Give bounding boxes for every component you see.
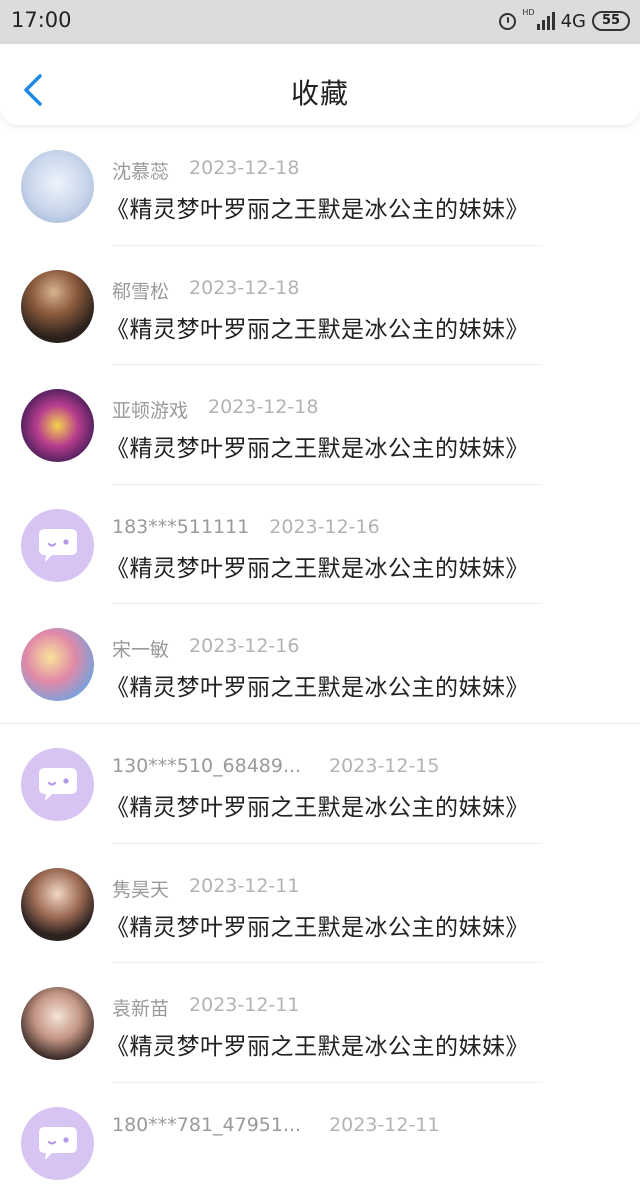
avatar <box>21 987 94 1061</box>
date: 2023-12-15 <box>329 754 440 777</box>
avatar <box>21 389 94 463</box>
date: 2023-12-11 <box>189 874 300 897</box>
list-item[interactable]: 沈慕蕊 2023-12-18 《精灵梦叶罗丽之王默是冰公主的妹妹》 <box>0 126 640 246</box>
avatar <box>21 867 94 941</box>
date: 2023-12-16 <box>189 635 300 658</box>
date: 2023-12-18 <box>189 157 300 179</box>
date: 2023-12-16 <box>269 515 380 538</box>
user-name: 郗雪松 <box>112 280 170 303</box>
favorites-list: 沈慕蕊 2023-12-18 《精灵梦叶罗丽之王默是冰公主的妹妹》 郗雪松 2023… <box>0 126 640 1202</box>
list-item[interactable]: 183***511111 2023-12-16 《精灵梦叶罗丽之王默是冰公主的妹妹… <box>0 485 640 605</box>
item-title: 《精灵梦叶罗丽之王默是冰公主的妹妹》 <box>106 436 529 463</box>
status-time: 17:00 <box>11 8 72 32</box>
network-label: 4G <box>560 10 586 32</box>
avatar <box>21 508 94 582</box>
item-title: 《精灵梦叶罗丽之王默是冰公主的妹妹》 <box>106 1034 529 1061</box>
user-name: 130***510_68489... <box>112 754 302 777</box>
status-icons: HD 4G 55 <box>499 9 630 33</box>
list-item[interactable]: 180***781_47951... 2023-12-11 <box>0 1083 640 1202</box>
chat-bubble-icon <box>39 1126 77 1160</box>
date: 2023-12-11 <box>189 994 300 1017</box>
item-title: 《精灵梦叶罗丽之王默是冰公主的妹妹》 <box>106 555 529 582</box>
user-name: 183***511111 <box>112 515 250 538</box>
list-item[interactable]: 130***510_68489... 2023-12-15 《精灵梦叶罗丽之王默是… <box>0 724 640 844</box>
avatar <box>21 269 94 343</box>
date: 2023-12-18 <box>208 396 319 419</box>
user-name: 沈慕蕊 <box>112 161 170 183</box>
list-item[interactable]: 宋一敏 2023-12-16 《精灵梦叶罗丽之王默是冰公主的妹妹》 <box>0 604 640 724</box>
status-bar: 17:00 HD 4G 55 <box>0 0 640 44</box>
avatar <box>21 628 94 702</box>
chat-bubble-icon <box>39 528 77 562</box>
user-name: 隽昊天 <box>112 878 170 901</box>
list-item[interactable]: 袁新苗 2023-12-11 《精灵梦叶罗丽之王默是冰公主的妹妹》 <box>0 963 640 1083</box>
page-title: 收藏 <box>290 77 349 110</box>
user-name: 宋一敏 <box>112 639 170 662</box>
list-item[interactable]: 郗雪松 2023-12-18 《精灵梦叶罗丽之王默是冰公主的妹妹》 <box>0 246 640 366</box>
user-name: 180***781_47951... <box>112 1113 302 1136</box>
list-item[interactable]: 亚顿游戏 2023-12-18 《精灵梦叶罗丽之王默是冰公主的妹妹》 <box>0 365 640 485</box>
item-title: 《精灵梦叶罗丽之王默是冰公主的妹妹》 <box>106 316 529 343</box>
item-title: 《精灵梦叶罗丽之王默是冰公主的妹妹》 <box>106 794 529 821</box>
avatar <box>21 150 94 223</box>
header: 收藏 <box>0 44 640 125</box>
item-title: 《精灵梦叶罗丽之王默是冰公主的妹妹》 <box>106 197 529 223</box>
chat-bubble-icon <box>39 767 77 801</box>
hd-label: HD <box>522 8 535 17</box>
item-title: 《精灵梦叶罗丽之王默是冰公主的妹妹》 <box>106 914 529 941</box>
item-title: 《精灵梦叶罗丽之王默是冰公主的妹妹》 <box>106 675 529 702</box>
signal-icon <box>536 12 555 30</box>
avatar <box>21 1106 94 1180</box>
date: 2023-12-11 <box>329 1113 440 1136</box>
user-name: 袁新苗 <box>112 998 170 1021</box>
battery-icon: 55 <box>592 11 630 31</box>
alarm-icon <box>499 12 517 30</box>
avatar <box>21 747 94 821</box>
user-name: 亚顿游戏 <box>112 400 189 423</box>
list-item[interactable]: 隽昊天 2023-12-11 《精灵梦叶罗丽之王默是冰公主的妹妹》 <box>0 844 640 964</box>
date: 2023-12-18 <box>189 276 300 299</box>
